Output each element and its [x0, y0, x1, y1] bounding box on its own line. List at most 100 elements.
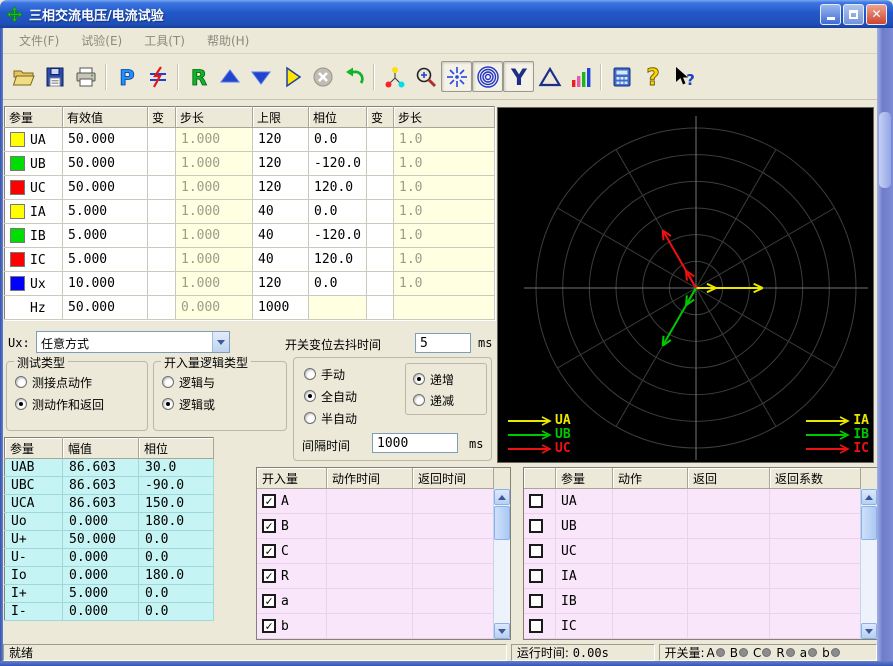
checkbox[interactable]	[529, 544, 543, 558]
radio-selected[interactable]	[304, 390, 316, 402]
raise-button[interactable]	[214, 61, 245, 92]
vary2-cell[interactable]	[367, 200, 394, 224]
checkbox-checked[interactable]: ✓	[262, 569, 276, 583]
limit-cell[interactable]: 40	[253, 248, 309, 272]
checkbox[interactable]	[529, 619, 543, 633]
monitored-param-scrollbar[interactable]	[860, 489, 877, 639]
scrollbar-thumb[interactable]	[861, 506, 877, 540]
phase-cell[interactable]: -120.0	[309, 152, 367, 176]
start-button[interactable]	[276, 61, 307, 92]
checkbox[interactable]	[529, 519, 543, 533]
p-parameter-button[interactable]: P	[111, 61, 142, 92]
menu-item-帮助(H)[interactable]: 帮助(H)	[197, 29, 259, 52]
radio-selected[interactable]	[162, 398, 174, 410]
vary2-cell[interactable]	[367, 272, 394, 296]
limit-cell[interactable]: 120	[253, 176, 309, 200]
print-button[interactable]	[70, 61, 101, 92]
vary1-cell[interactable]	[148, 152, 176, 176]
phase-cell[interactable]: 120.0	[309, 176, 367, 200]
radio-unselected[interactable]	[413, 394, 425, 406]
column-header-3[interactable]: 步长	[176, 107, 253, 128]
limit-cell[interactable]: 1000	[253, 296, 309, 320]
test-type-option[interactable]: 测动作和返回	[15, 396, 104, 412]
vary2-cell[interactable]	[367, 176, 394, 200]
combo-dropdown-button[interactable]	[212, 332, 229, 352]
limit-cell[interactable]: 40	[253, 224, 309, 248]
close-button[interactable]: ✕	[866, 4, 887, 25]
checkbox-checked[interactable]: ✓	[262, 519, 276, 533]
open-button[interactable]	[8, 61, 39, 92]
limit-cell[interactable]: 120	[253, 152, 309, 176]
column-header-5[interactable]: 相位	[309, 107, 367, 128]
column-header-0[interactable]: 参量	[5, 107, 63, 128]
checkbox[interactable]	[529, 494, 543, 508]
fault-lightning-button[interactable]	[142, 61, 173, 92]
radio-unselected[interactable]	[15, 376, 27, 388]
r-reset-button[interactable]: R	[183, 61, 214, 92]
vary1-cell[interactable]	[148, 200, 176, 224]
phase-cell[interactable]: 120.0	[309, 248, 367, 272]
y-connection-button[interactable]: Y	[503, 61, 534, 92]
phase-cell[interactable]: 0.0	[309, 200, 367, 224]
column-header-7[interactable]: 步长	[394, 107, 495, 128]
value-cell[interactable]: 50.000	[63, 152, 148, 176]
checkbox-checked[interactable]: ✓	[262, 494, 276, 508]
value-cell[interactable]: 50.000	[63, 128, 148, 152]
vary1-cell[interactable]	[148, 296, 176, 320]
interval-input[interactable]	[372, 433, 458, 453]
stop-button[interactable]	[307, 61, 338, 92]
column-header-6[interactable]: 变	[367, 107, 394, 128]
checkbox-checked[interactable]: ✓	[262, 619, 276, 633]
concentric-circles-button[interactable]	[472, 61, 503, 92]
calculator-button[interactable]	[606, 61, 637, 92]
vary1-cell[interactable]	[148, 272, 176, 296]
direction-option[interactable]: 递增	[413, 371, 454, 387]
value-cell[interactable]: 50.000	[63, 176, 148, 200]
limit-cell[interactable]: 40	[253, 200, 309, 224]
radio-unselected[interactable]	[162, 376, 174, 388]
scrollbar-thumb[interactable]	[494, 506, 510, 540]
menu-item-文件(F)[interactable]: 文件(F)	[9, 29, 69, 52]
limit-cell[interactable]: 120	[253, 272, 309, 296]
vary1-cell[interactable]	[148, 224, 176, 248]
scroll-down-button[interactable]	[494, 623, 510, 639]
limit-cell[interactable]: 120	[253, 128, 309, 152]
lower-button[interactable]	[245, 61, 276, 92]
help-button[interactable]: ?	[637, 61, 668, 92]
phase-cell[interactable]: 0.0	[309, 128, 367, 152]
menu-item-工具(T)[interactable]: 工具(T)	[134, 29, 195, 52]
vary1-cell[interactable]	[148, 248, 176, 272]
scroll-up-button[interactable]	[494, 489, 510, 505]
debounce-input[interactable]	[415, 333, 471, 353]
logic-type-option[interactable]: 逻辑或	[162, 396, 215, 412]
column-header-1[interactable]: 有效值	[63, 107, 148, 128]
checkbox[interactable]	[529, 569, 543, 583]
save-button[interactable]	[39, 61, 70, 92]
logic-type-option[interactable]: 逻辑与	[162, 374, 215, 390]
minimize-button[interactable]	[820, 4, 841, 25]
vary2-cell[interactable]	[367, 224, 394, 248]
vary2-cell[interactable]	[367, 128, 394, 152]
radio-selected[interactable]	[15, 398, 27, 410]
scroll-down-button[interactable]	[861, 623, 877, 639]
phase-cell[interactable]: -120.0	[309, 224, 367, 248]
vary1-cell[interactable]	[148, 176, 176, 200]
value-cell[interactable]: 5.000	[63, 224, 148, 248]
vector-nodes-button[interactable]	[379, 61, 410, 92]
context-help-button[interactable]: ?	[668, 61, 699, 92]
vary1-cell[interactable]	[148, 128, 176, 152]
column-header-2[interactable]: 变	[148, 107, 176, 128]
bar-graph-button[interactable]	[565, 61, 596, 92]
value-cell[interactable]: 50.000	[63, 296, 148, 320]
vary2-cell[interactable]	[367, 152, 394, 176]
radio-unselected[interactable]	[304, 412, 316, 424]
vary2-cell[interactable]	[367, 248, 394, 272]
ux-mode-select[interactable]: 任意方式	[36, 331, 230, 353]
title-bar[interactable]: 三相交流电压/电流试验 ✕	[0, 0, 893, 28]
column-header-4[interactable]: 上限	[253, 107, 309, 128]
zoom-button[interactable]	[410, 61, 441, 92]
checkbox[interactable]	[529, 594, 543, 608]
digital-input-scrollbar[interactable]	[493, 489, 510, 639]
value-cell[interactable]: 10.000	[63, 272, 148, 296]
maximize-button[interactable]	[843, 4, 864, 25]
